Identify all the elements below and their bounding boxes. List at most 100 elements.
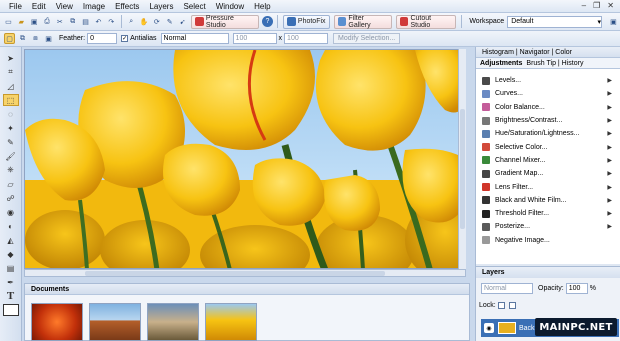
adjustment-item[interactable]: Color Balance... ▶	[476, 101, 620, 114]
layer-name: Back	[519, 324, 535, 332]
brush-icon[interactable]: 🖌	[3, 150, 19, 162]
scrollbar-thumb[interactable]	[460, 109, 465, 229]
tabs-brush-history[interactable]: Brush Tip | History	[526, 60, 583, 67]
new-selection-icon[interactable]: ▢	[4, 33, 15, 44]
adjustment-item[interactable]: Brightness/Contrast... ▶	[476, 114, 620, 127]
menu-view[interactable]: View	[51, 2, 78, 11]
print-icon[interactable]: ⎙	[42, 16, 53, 27]
restore-icon[interactable]: ❐	[591, 1, 602, 10]
width-input[interactable]: 100	[232, 33, 277, 44]
antialias-checkbox[interactable]: ✓	[121, 35, 129, 42]
height-input[interactable]: 100	[284, 33, 329, 44]
cutout-studio-button[interactable]: Cutout Studio	[395, 14, 457, 29]
magic-wand-icon[interactable]: ✦	[3, 122, 19, 134]
help-icon[interactable]: ?	[262, 16, 273, 27]
adjustment-item[interactable]: Levels... ▶	[476, 74, 620, 87]
photofix-button[interactable]: PhotoFix	[282, 14, 330, 29]
eraser-icon[interactable]: ▱	[3, 178, 19, 190]
adjustment-item[interactable]: Curves... ▶	[476, 87, 620, 100]
fill-bucket-icon[interactable]: ◭	[3, 234, 19, 246]
eyedropper-tool-icon[interactable]: ✎	[3, 136, 19, 148]
pressure-studio-button[interactable]: Pressure Studio	[191, 14, 260, 29]
adjustment-item[interactable]: Threshold Filter... ▶	[476, 207, 620, 220]
lasso-icon[interactable]: ◌	[3, 108, 19, 120]
adjustment-item[interactable]: Black and White Film... ▶	[476, 194, 620, 207]
undo-icon[interactable]: ↶	[93, 16, 104, 27]
close-icon[interactable]: ✕	[605, 1, 616, 10]
crop-tool-icon[interactable]: ⌗	[3, 66, 19, 78]
rectangle-select-icon[interactable]: ⬚	[2, 94, 19, 106]
adjustment-item[interactable]: Lens Filter... ▶	[476, 180, 620, 193]
smudge-icon[interactable]: ☍	[3, 192, 19, 204]
adjustment-item[interactable]: Posterize... ▶	[476, 220, 620, 233]
hand-icon[interactable]: ✋	[139, 16, 150, 27]
copy-icon[interactable]: ⧉	[67, 16, 78, 27]
tabs-histogram-navigator-color[interactable]: Histogram | Navigator | Color	[476, 47, 620, 58]
tab-adjustments[interactable]: Adjustments	[480, 60, 522, 67]
lock-label: Lock:	[479, 302, 496, 309]
dodge-icon[interactable]: ◐	[3, 220, 19, 232]
menu-effects[interactable]: Effects	[110, 2, 144, 11]
menu-file[interactable]: File	[4, 2, 27, 11]
zoom-icon[interactable]: ⌕	[126, 16, 137, 27]
blend-mode-select[interactable]: Normal	[481, 283, 533, 294]
menu-help[interactable]: Help	[249, 2, 275, 11]
gradient-icon[interactable]: ▤	[3, 262, 19, 274]
adjustment-item[interactable]: Negative Image...	[476, 234, 620, 247]
workspace-menu-icon[interactable]: ▣	[608, 16, 619, 27]
lock-pixels-checkbox[interactable]	[508, 302, 516, 309]
image-canvas[interactable]	[24, 49, 466, 269]
mode-select[interactable]: Normal	[160, 33, 229, 44]
document-thumbnail[interactable]	[147, 303, 199, 341]
workspace-select[interactable]: Default ▾	[507, 15, 603, 28]
redo-icon[interactable]: ↷	[106, 16, 117, 27]
adjustment-item[interactable]: Hue/Saturation/Lightness... ▶	[476, 127, 620, 140]
menu-select[interactable]: Select	[178, 2, 210, 11]
add-selection-icon[interactable]: ⧉	[17, 33, 28, 44]
pointer-icon[interactable]: ➹	[177, 16, 188, 27]
pen-icon[interactable]: ✒	[3, 276, 19, 288]
adjustment-item[interactable]: Gradient Map... ▶	[476, 167, 620, 180]
scrollbar-thumb[interactable]	[85, 271, 385, 276]
canvas-vertical-scrollbar[interactable]	[458, 49, 466, 269]
clone-stamp-icon[interactable]: ⎈	[3, 164, 19, 176]
document-thumbnail[interactable]	[31, 303, 83, 341]
open-folder-icon[interactable]: ▰	[16, 16, 27, 27]
minimize-icon[interactable]: –	[580, 1, 588, 10]
paste-icon[interactable]: ▤	[80, 16, 91, 27]
lock-transparency-checkbox[interactable]	[497, 302, 505, 309]
adjustment-item[interactable]: Channel Mixer... ▶	[476, 154, 620, 167]
menu-layers[interactable]: Layers	[144, 2, 178, 11]
text-tool-icon[interactable]: T	[3, 290, 19, 302]
feather-input[interactable]: 0	[87, 33, 118, 44]
red-eye-icon[interactable]: ◉	[3, 206, 19, 218]
adjustment-label: Levels...	[495, 77, 522, 85]
canvas-horizontal-scrollbar[interactable]	[24, 269, 466, 277]
cut-icon[interactable]: ✂	[54, 16, 65, 27]
move-tool-icon[interactable]: ➤	[3, 52, 19, 64]
menu-window[interactable]: Window	[211, 2, 249, 11]
eye-icon[interactable]: ◉	[484, 323, 494, 333]
color-swatch-icon[interactable]	[2, 304, 19, 316]
straighten-tool-icon[interactable]: ◿	[3, 80, 19, 92]
filter-gallery-button[interactable]: Filter Gallery	[333, 14, 392, 29]
new-file-icon[interactable]: ▭	[3, 16, 14, 27]
rotate-icon[interactable]: ⟳	[151, 16, 162, 27]
document-thumbnail[interactable]	[205, 303, 257, 341]
subtract-selection-icon[interactable]: ⧈	[30, 33, 41, 44]
intersect-selection-icon[interactable]: ▣	[43, 33, 54, 44]
eyedropper-icon[interactable]: ✎	[164, 16, 175, 27]
modify-selection-button[interactable]: Modify Selection...	[333, 33, 401, 44]
filter-gallery-icon	[337, 17, 347, 26]
adjustment-item[interactable]: Selective Color... ▶	[476, 140, 620, 153]
adjustment-icon	[482, 183, 490, 192]
filter-gallery-label: Filter Gallery	[348, 14, 371, 29]
document-thumbnail[interactable]	[89, 303, 141, 341]
adjustment-icon	[482, 129, 490, 138]
documents-panel: Documents	[24, 283, 470, 341]
shape-icon[interactable]: ◆	[3, 248, 19, 260]
menu-image[interactable]: Image	[78, 2, 110, 11]
save-icon[interactable]: ▣	[29, 16, 40, 27]
opacity-input[interactable]: 100	[565, 283, 588, 294]
menu-edit[interactable]: Edit	[27, 2, 51, 11]
